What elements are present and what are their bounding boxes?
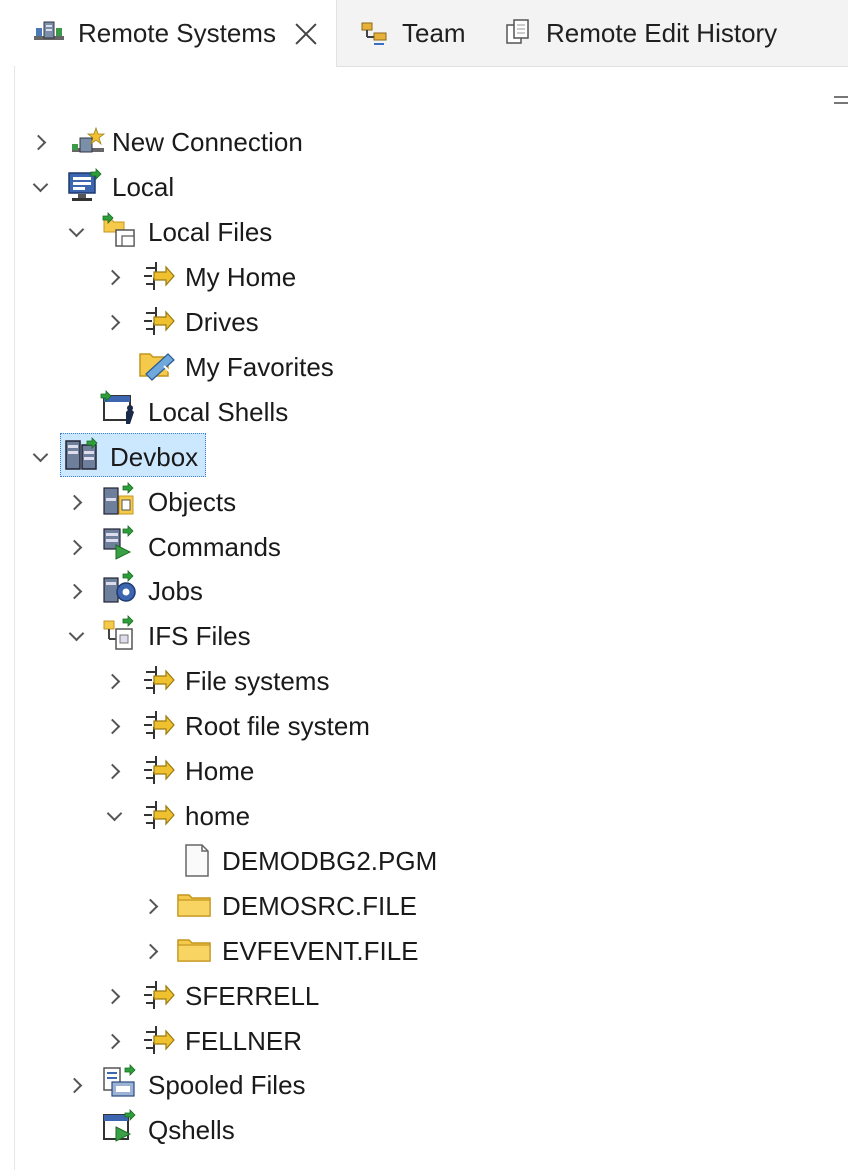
spooled-files-icon <box>102 1064 138 1100</box>
local-computer-icon <box>66 168 102 204</box>
tree-item-home-filter[interactable]: Home <box>185 749 254 793</box>
expand-toggle[interactable] <box>104 671 124 691</box>
tab-team[interactable]: Team <box>360 0 466 66</box>
expand-toggle[interactable] <box>142 896 162 916</box>
tree-item-local-files[interactable]: Local Files <box>148 210 272 254</box>
file-icon <box>178 842 214 878</box>
close-icon[interactable] <box>294 22 318 46</box>
filter-icon <box>140 797 176 833</box>
tree-item-devbox[interactable]: Devbox <box>110 435 198 479</box>
expand-toggle[interactable] <box>142 941 162 961</box>
tree-item-sferrell[interactable]: SFERRELL <box>185 974 319 1018</box>
tree-item-objects[interactable]: Objects <box>148 480 236 524</box>
tree-item-commands[interactable]: Commands <box>148 525 281 569</box>
expand-toggle[interactable] <box>104 312 124 332</box>
collapse-toggle[interactable] <box>30 177 50 197</box>
shell-icon <box>100 390 136 426</box>
expand-toggle[interactable] <box>104 1031 124 1051</box>
tree-item-fellner[interactable]: FELLNER <box>185 1019 302 1063</box>
collapse-toggle[interactable] <box>104 806 124 826</box>
expand-toggle[interactable] <box>66 1075 86 1095</box>
collapse-toggle[interactable] <box>66 626 86 646</box>
commands-icon <box>102 525 138 561</box>
collapse-toggle[interactable] <box>30 447 50 467</box>
view-border <box>14 66 15 1170</box>
expand-toggle[interactable] <box>104 761 124 781</box>
tab-remote-edit-history[interactable]: Remote Edit History <box>504 0 777 66</box>
tree-item-my-favorites[interactable]: My Favorites <box>185 345 334 389</box>
tree-item-evfevent[interactable]: EVFEVENT.FILE <box>222 929 419 973</box>
team-icon <box>360 17 390 49</box>
filter-icon <box>140 752 176 788</box>
system-icon <box>64 437 100 473</box>
expand-toggle[interactable] <box>104 986 124 1006</box>
expand-toggle[interactable] <box>104 716 124 736</box>
filter-icon <box>140 662 176 698</box>
filter-icon <box>140 707 176 743</box>
tree-item-spooled-files[interactable]: Spooled Files <box>148 1063 306 1107</box>
tree-item-drives[interactable]: Drives <box>185 300 259 344</box>
tree-item-jobs[interactable]: Jobs <box>148 569 203 613</box>
filter-icon <box>140 303 176 339</box>
remote-systems-icon <box>32 18 66 50</box>
qshell-icon <box>102 1109 138 1145</box>
view-menu-icon[interactable] <box>834 96 848 104</box>
collapse-toggle[interactable] <box>66 222 86 242</box>
tab-label: Remote Edit History <box>546 17 778 48</box>
tree-item-my-home[interactable]: My Home <box>185 255 296 299</box>
tree-item-file-systems[interactable]: File systems <box>185 659 329 703</box>
folder-icon <box>176 886 212 922</box>
tab-remote-systems[interactable]: Remote Systems <box>0 0 337 67</box>
ifs-files-icon <box>102 615 138 651</box>
tree-item-demosrc[interactable]: DEMOSRC.FILE <box>222 884 417 928</box>
remote-edit-history-icon <box>504 17 534 49</box>
expand-toggle[interactable] <box>30 132 50 152</box>
folder-icon <box>176 931 212 967</box>
expand-toggle[interactable] <box>66 537 86 557</box>
expand-toggle[interactable] <box>66 581 86 601</box>
tree-item-demodbg2[interactable]: DEMODBG2.PGM <box>222 839 437 883</box>
favorites-icon <box>138 346 175 382</box>
tree-item-home-lower[interactable]: home <box>185 794 250 838</box>
expand-toggle[interactable] <box>104 267 124 287</box>
filter-icon <box>140 1022 176 1058</box>
tree-item-root-file-system[interactable]: Root file system <box>185 704 370 748</box>
tree-item-local[interactable]: Local <box>112 165 174 209</box>
tree-item-local-shells[interactable]: Local Shells <box>148 390 288 434</box>
tree-item-new-connection[interactable]: New Connection <box>112 120 303 164</box>
filter-icon <box>140 258 176 294</box>
new-connection-icon <box>70 124 106 160</box>
tab-label: Remote Systems <box>78 18 276 48</box>
local-files-icon <box>102 212 138 248</box>
expand-toggle[interactable] <box>66 492 86 512</box>
filter-icon <box>140 977 176 1013</box>
tree-item-ifs-files[interactable]: IFS Files <box>148 614 251 658</box>
objects-icon <box>102 482 138 518</box>
jobs-icon <box>102 570 138 606</box>
tab-label: Team <box>402 17 466 48</box>
tree-item-qshells[interactable]: Qshells <box>148 1108 235 1152</box>
view-tab-bar: Remote Systems Team Remote Edit History <box>0 0 848 67</box>
